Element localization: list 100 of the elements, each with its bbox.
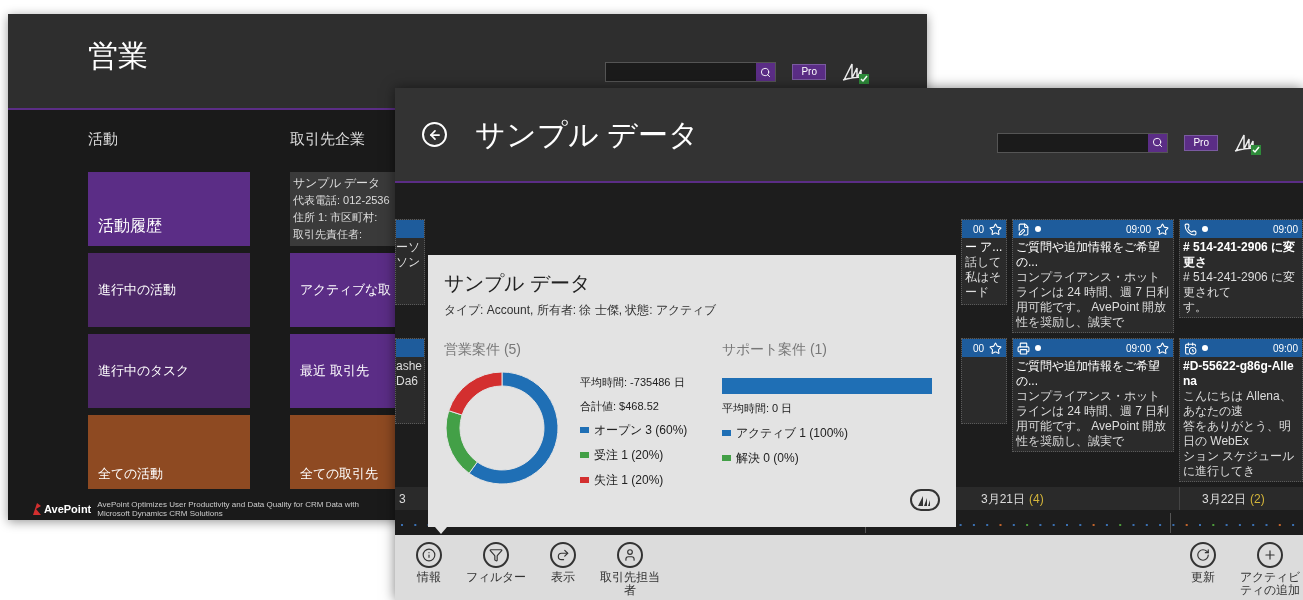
card-title: ご質問や追加情報をご希望の... <box>1016 240 1161 270</box>
app-bar-button[interactable]: 情報 <box>395 535 462 600</box>
nav-tile[interactable]: アクティブな取 <box>290 253 395 327</box>
activity-card[interactable]: 09:00 # 514-241-2906 に変更さ # 514-241-2906 に変更されて す。 <box>1179 219 1303 318</box>
app-bar-button[interactable]: 表示 <box>529 535 596 600</box>
account-detail: 取引先責任者: <box>293 227 364 242</box>
activity-card[interactable]: 09:00 ご質問や追加情報をご希望の... コンプライアンス・ホットラインは 24 時間、週 7 日利用可能です。 AvePoint 開放性を奨励し、誠実で <box>1012 338 1174 452</box>
nav-tile[interactable]: 全ての取引先 <box>290 415 395 489</box>
card-text: ード <box>965 285 990 300</box>
footer-text: Microsoft Dynamics CRM Solutions <box>97 509 224 518</box>
nav-tile[interactable]: 活動履歴 <box>88 172 250 246</box>
date-label: 3月22日 <box>1202 490 1247 508</box>
pro-button[interactable]: Pro <box>1184 134 1218 151</box>
app-bar-label: 更新 <box>1190 571 1215 584</box>
card-title: ー ア... <box>965 240 1003 255</box>
legend-label: 失注 1 (20%) <box>594 472 664 489</box>
nav-tile[interactable]: 全ての活動 <box>88 415 250 489</box>
plus-icon <box>1256 542 1283 568</box>
section-heading: サポート案件 (1) <box>722 340 828 359</box>
account-detail: 住所 1: 市区町村: <box>293 210 379 225</box>
stat-text: 平均時間: 0 日 <box>722 401 794 416</box>
stat-text: 合計値: $468.52 <box>580 398 660 414</box>
stat-text: 平均時間: -735486 日 <box>580 375 686 390</box>
info-icon <box>415 542 442 568</box>
app-bar-label: 情報 <box>416 571 441 584</box>
date-count: (2) <box>1250 490 1265 508</box>
printer-icon <box>1017 341 1030 355</box>
app-bar-button[interactable]: フィルター <box>462 535 529 600</box>
search-field[interactable] <box>997 132 1169 153</box>
card-text: こんにちは Allena、あなたの速 <box>1183 389 1293 419</box>
date-count: (4) <box>1029 490 1044 508</box>
app-bar-label: アクティビティの追加 <box>1238 571 1301 597</box>
card-title: # 514-241-2906 に変更さ <box>1183 240 1297 270</box>
phone-icon <box>1184 222 1197 236</box>
legend-label: 解決 0 (0%) <box>736 449 799 467</box>
account-detail: 代表電話: 012-2536 <box>293 193 391 208</box>
legend-label: アクティブ 1 (100%) <box>736 424 849 442</box>
popup-title: サンプル データ <box>444 271 591 295</box>
activity-card[interactable]: 09:00 ご質問や追加情報をご希望の... コンプライアンス・ホットラインは 24 時間、週 7 日利用可能です。 AvePoint 開放性を奨励し、誠実で <box>1012 219 1174 333</box>
circle-logo-icon <box>910 489 940 511</box>
search-field[interactable] <box>605 62 777 82</box>
star-icon[interactable] <box>989 222 1002 236</box>
card-text: ソン <box>396 255 421 270</box>
app-bar-label: 取引先担当者 <box>598 571 661 597</box>
legend-label: オープン 3 (60%) <box>594 422 688 439</box>
star-icon[interactable] <box>989 341 1002 355</box>
nav-tile[interactable]: 進行中の活動 <box>88 253 250 327</box>
card-time: 09:00 <box>1125 222 1151 237</box>
card-header <box>396 339 424 357</box>
account-name: サンプル データ <box>293 175 382 191</box>
footer-text: AvePoint Optimizes User Productivity and Data Quality for CRM Data with <box>97 500 359 509</box>
card-text: # 514-241-2906 に変更されて <box>1183 270 1297 300</box>
popup-subtitle: タイプ: Account, 所有者: 徐 士傑, 状態: アクティブ <box>444 302 718 319</box>
page-title: サンプル データ <box>475 117 700 153</box>
filter-icon <box>482 542 509 568</box>
nav-tile[interactable]: 進行中のタスク <box>88 334 250 408</box>
pro-button[interactable]: Pro <box>792 64 826 80</box>
app-bar-button[interactable]: 更新 <box>1169 535 1236 600</box>
page-title: 営業 <box>88 37 148 74</box>
brand-name: AvePoint <box>44 501 92 517</box>
brand-mark-icon <box>32 503 42 515</box>
refresh-icon <box>1189 542 1216 568</box>
account-card[interactable]: サンプル データ 代表電話: 012-2536 住所 1: 市区町村: 取引先責任者: <box>290 172 395 246</box>
section-heading: 営業案件 (5) <box>444 340 522 359</box>
nav-tile[interactable]: 最近 取引先 <box>290 334 395 408</box>
activity-card[interactable]: 00 <box>961 338 1007 424</box>
card-header <box>396 220 424 238</box>
star-icon[interactable] <box>1156 222 1169 236</box>
app-bar-label: 表示 <box>550 571 575 584</box>
card-time: 09:00 <box>1272 222 1298 237</box>
card-title: ご質問や追加情報をご希望の... <box>1016 359 1161 389</box>
section-heading: 活動 <box>88 129 119 148</box>
card-title: #D-55622-g86g-Allena <box>1183 359 1295 389</box>
person-icon <box>616 542 643 568</box>
card-text: コンプライアンス・ホットラインは 24 時間、週 7 日利用可能です。 AvePoint 開放性を奨励し、誠実で <box>1016 270 1170 330</box>
card-text: す。 <box>1183 300 1208 315</box>
card-text: 答をありがとう、明日の WebEx <box>1183 419 1292 449</box>
star-icon[interactable] <box>1156 341 1169 355</box>
activity-card[interactable]: ashe Da6 <box>395 338 425 424</box>
app-bar-label: フィルター <box>465 571 526 584</box>
section-heading: 取引先企業 <box>290 129 366 148</box>
card-time: 09:00 <box>1125 341 1151 356</box>
card-text: Da6 <box>396 374 419 389</box>
back-button[interactable] <box>422 122 447 147</box>
card-time: 09:00 <box>1272 341 1298 356</box>
date-label: 3月21日 <box>981 490 1026 508</box>
app-bar-button[interactable]: アクティビティの追加 <box>1236 535 1303 600</box>
date-label: 3 <box>399 490 406 508</box>
card-text: 私はそ <box>965 270 1002 285</box>
card-time: 00 <box>972 341 984 356</box>
activity-card[interactable]: 09:00 #D-55622-g86g-Allena こんにちは Allena、あなたの速 答をありがとう、明日の WebEx ション スケジュールに進行してき <box>1179 338 1303 482</box>
card-text: ション スケジュールに進行してき <box>1183 449 1296 479</box>
search-icon[interactable] <box>756 63 776 81</box>
activity-card[interactable]: ーソ ソン <box>395 219 425 305</box>
card-text: 話して <box>965 255 1002 270</box>
note-pen-icon <box>1017 222 1030 236</box>
activity-card[interactable]: 00 ー ア... 話して 私はそ ード <box>961 219 1007 305</box>
app-bar-button[interactable]: 取引先担当者 <box>596 535 663 600</box>
search-icon[interactable] <box>1148 133 1168 152</box>
card-text: ーソ <box>396 240 421 255</box>
